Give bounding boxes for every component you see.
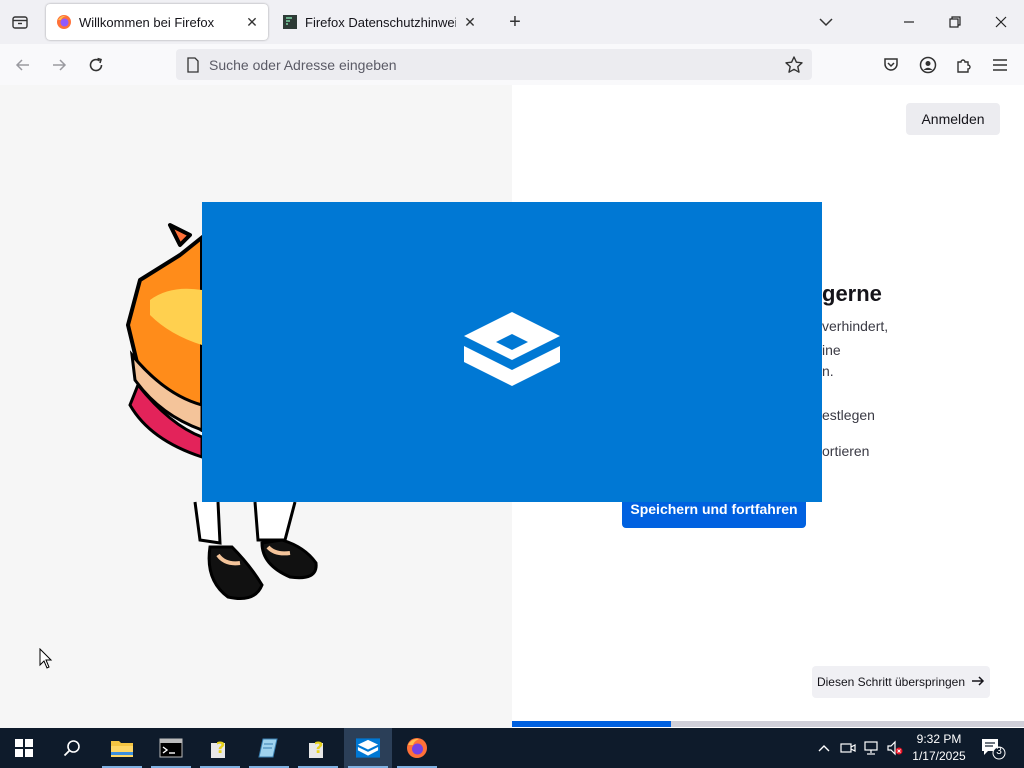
tab-list-icon[interactable] bbox=[8, 10, 32, 34]
option-label[interactable]: ortieren bbox=[822, 443, 869, 459]
close-window-icon[interactable] bbox=[989, 10, 1013, 34]
skip-step-label: Diesen Schritt überspringen bbox=[816, 675, 966, 689]
camera-icon[interactable] bbox=[838, 738, 858, 758]
tab-title: Firefox Datenschutzhinweis — M bbox=[305, 14, 456, 30]
close-tab-icon[interactable]: ✕ bbox=[462, 14, 478, 30]
firefox-favicon-icon bbox=[56, 14, 72, 30]
terminal-icon[interactable] bbox=[147, 728, 195, 768]
file-explorer-icon[interactable] bbox=[98, 728, 146, 768]
mouse-cursor-icon bbox=[39, 648, 53, 669]
svg-text:?: ? bbox=[314, 738, 323, 757]
new-tab-icon[interactable]: + bbox=[504, 11, 526, 33]
skip-step-button[interactable]: Diesen Schritt überspringen bbox=[812, 666, 990, 698]
search-icon[interactable] bbox=[48, 728, 96, 768]
close-tab-icon[interactable]: ✕ bbox=[244, 14, 260, 30]
notification-count: 3 bbox=[996, 746, 1002, 757]
minimize-icon[interactable] bbox=[897, 10, 921, 34]
clock-time: 9:32 PM bbox=[916, 732, 962, 746]
pocket-icon[interactable] bbox=[878, 52, 904, 78]
chevron-down-icon[interactable] bbox=[815, 11, 837, 33]
clock-date: 1/17/2025 bbox=[912, 749, 966, 763]
hamburger-menu-icon[interactable] bbox=[987, 52, 1013, 78]
tab-title: Willkommen bei Firefox bbox=[79, 14, 215, 30]
address-bar[interactable] bbox=[176, 49, 812, 80]
bookmark-star-icon[interactable] bbox=[784, 55, 804, 75]
onboarding-progress-bar bbox=[512, 721, 1024, 727]
firefox-icon[interactable] bbox=[393, 728, 441, 768]
restore-icon[interactable] bbox=[943, 10, 967, 34]
back-arrow-icon[interactable] bbox=[10, 52, 36, 78]
account-icon[interactable] bbox=[915, 52, 941, 78]
page-heading: gerne bbox=[822, 281, 882, 306]
notification-center-icon[interactable]: 3 bbox=[980, 736, 1006, 760]
sandbox-splash-overlay bbox=[202, 202, 822, 502]
reload-icon[interactable] bbox=[83, 52, 109, 78]
page-icon bbox=[186, 57, 200, 73]
notepad-icon[interactable] bbox=[245, 728, 293, 768]
description-text: n. bbox=[822, 363, 834, 379]
url-input[interactable] bbox=[209, 49, 769, 80]
help-icon[interactable]: ? bbox=[196, 728, 244, 768]
description-text: ine bbox=[822, 342, 841, 358]
svg-text:?: ? bbox=[216, 738, 225, 757]
navigation-toolbar bbox=[0, 44, 1024, 86]
extensions-puzzle-icon[interactable] bbox=[951, 52, 977, 78]
volume-muted-icon[interactable] bbox=[885, 738, 905, 758]
help-icon[interactable]: ? bbox=[294, 728, 342, 768]
system-clock[interactable]: 9:32 PM 1/17/2025 bbox=[904, 731, 974, 765]
forward-arrow-icon[interactable] bbox=[46, 52, 72, 78]
description-text: verhindert, bbox=[822, 318, 889, 334]
document-favicon-icon bbox=[282, 14, 298, 30]
sandbox-app-icon[interactable] bbox=[344, 728, 392, 768]
sandbox-box-icon bbox=[464, 312, 560, 386]
chevron-up-icon[interactable] bbox=[814, 738, 834, 758]
start-button-icon[interactable] bbox=[0, 728, 48, 768]
signin-button[interactable]: Anmelden bbox=[906, 103, 1000, 135]
progress-fill bbox=[512, 721, 671, 727]
tab-welcome[interactable]: Willkommen bei Firefox ✕ bbox=[46, 4, 268, 40]
network-icon[interactable] bbox=[861, 738, 881, 758]
tab-privacy-notice[interactable]: Firefox Datenschutzhinweis — M ✕ bbox=[272, 4, 486, 40]
windows-taskbar: ? ? 9:32 PM 1/17/2025 3 bbox=[0, 728, 1024, 768]
option-label[interactable]: estlegen bbox=[822, 407, 875, 423]
tab-strip: Willkommen bei Firefox ✕ Firefox Datensc… bbox=[0, 0, 1024, 44]
arrow-right-icon bbox=[971, 675, 985, 690]
